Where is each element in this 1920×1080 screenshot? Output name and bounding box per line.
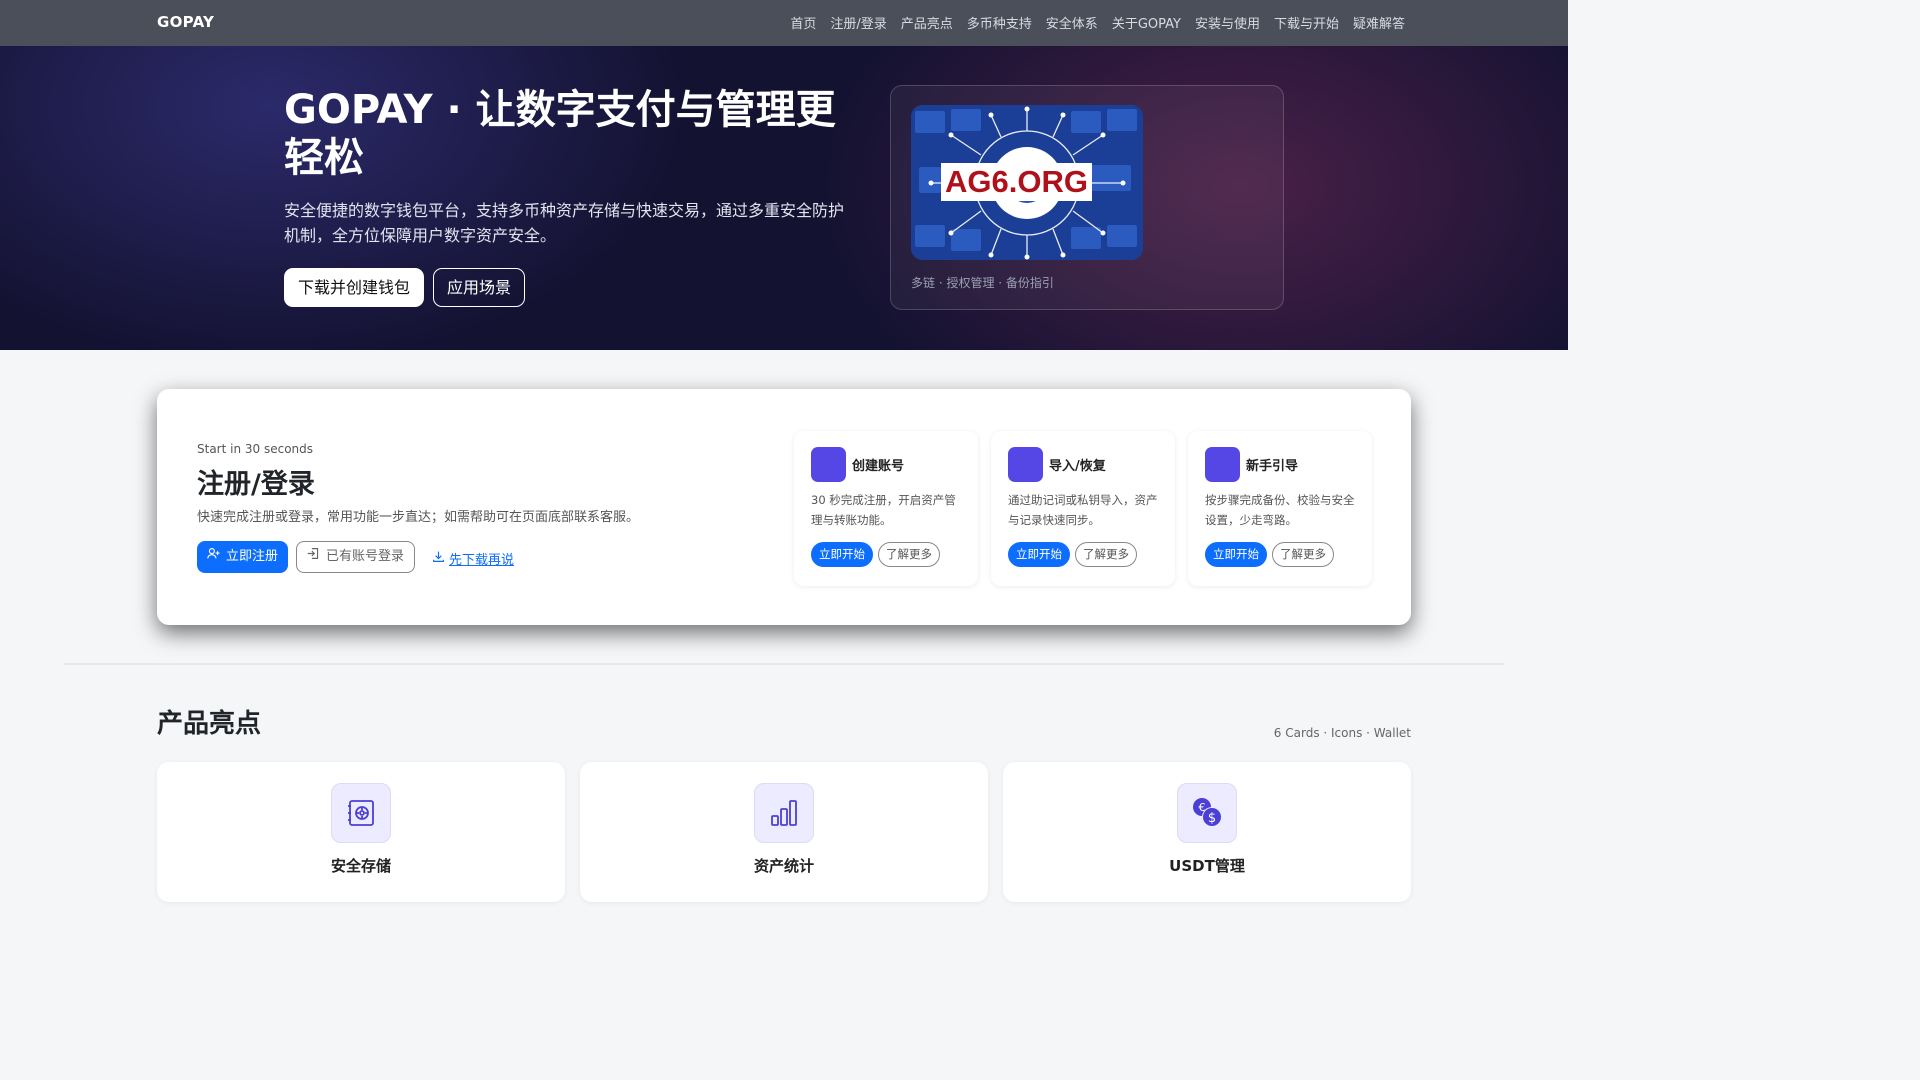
step-start-button[interactable]: 立即开始 xyxy=(1205,542,1267,567)
register-now-label: 立即注册 xyxy=(226,549,279,564)
download-first-label: 先下载再说 xyxy=(449,553,515,568)
feature-card-asset-stats[interactable]: 资产统计 xyxy=(580,762,988,902)
nav-link-security[interactable]: 安全体系 xyxy=(1046,13,1098,32)
features-title: 产品亮点 xyxy=(157,709,262,739)
step-card-create-account: 创建账号 30 秒完成注册，开启资产管理与转账功能。 立即开始 了解更多 xyxy=(794,431,978,586)
nav-link-multicurrency[interactable]: 多币种支持 xyxy=(967,13,1032,32)
existing-account-login-button[interactable]: 已有账号登录 xyxy=(296,541,416,573)
step-title: 新手引导 xyxy=(1246,459,1299,474)
hero-title: GOPAY · 让数字支付与管理更轻松 xyxy=(284,87,836,181)
bar-chart-icon xyxy=(754,783,814,843)
step-learn-more-button[interactable]: 了解更多 xyxy=(1075,542,1137,567)
section-divider xyxy=(64,663,1504,665)
register-login-card: Start in 30 seconds 注册/登录 快速完成注册或登录，常用功能… xyxy=(157,389,1411,625)
feature-card-usdt-management[interactable]: € $ USDT管理 xyxy=(1003,762,1411,902)
step-card-import-restore: 导入/恢复 通过助记词或私钥导入，资产与记录快速同步。 立即开始 了解更多 xyxy=(991,431,1175,586)
hero-image-card: AG6.ORG 多链 · 授权管理 · 备份指引 xyxy=(890,85,1284,310)
feature-name: 安全存储 xyxy=(330,857,391,875)
step-description: 按步骤完成备份、校验与安全设置，少走弯路。 xyxy=(1205,493,1355,527)
brand-logo[interactable]: GOPAY xyxy=(157,13,214,31)
import-restore-icon xyxy=(1008,447,1043,482)
step-card-beginner-guide: 新手引导 按步骤完成备份、校验与安全设置，少走弯路。 立即开始 了解更多 xyxy=(1188,431,1372,586)
hero-description: 安全便捷的数字钱包平台，支持多币种资产存储与快速交易，通过多重安全防护机制，全方… xyxy=(284,201,845,245)
step-title: 导入/恢复 xyxy=(1049,459,1106,474)
nav-link-about[interactable]: 关于GOPAY xyxy=(1112,13,1181,32)
download-icon xyxy=(432,550,445,567)
register-description: 快速完成注册或登录，常用功能一步直达；如需帮助可在页面底部联系客服。 xyxy=(197,510,640,525)
hero-image-caption: 多链 · 授权管理 · 备份指引 xyxy=(911,276,1054,290)
nav-link-faq[interactable]: 疑难解答 xyxy=(1353,13,1405,32)
register-title: 注册/登录 xyxy=(197,469,315,500)
nav-link-features[interactable]: 产品亮点 xyxy=(901,13,953,32)
step-start-button[interactable]: 立即开始 xyxy=(811,542,873,567)
create-account-icon xyxy=(811,447,846,482)
circuit-image: AG6.ORG xyxy=(911,105,1143,260)
login-label: 已有账号登录 xyxy=(326,549,405,564)
hero-section: GOPAY · 让数字支付与管理更轻松 安全便捷的数字钱包平台，支持多币种资产存… xyxy=(0,46,1568,350)
register-eyebrow: Start in 30 seconds xyxy=(197,442,314,456)
top-navbar: GOPAY 首页 注册/登录 产品亮点 多币种支持 安全体系 关于GOPAY 安… xyxy=(0,0,1568,46)
use-cases-button[interactable]: 应用场景 xyxy=(433,268,526,307)
feature-card-secure-storage[interactable]: 安全存储 xyxy=(157,762,565,902)
beginner-guide-icon xyxy=(1205,447,1240,482)
nav-link-home[interactable]: 首页 xyxy=(790,13,816,32)
download-first-link[interactable]: 先下载再说 xyxy=(432,549,514,568)
step-start-button[interactable]: 立即开始 xyxy=(1008,542,1070,567)
safe-icon xyxy=(331,783,391,843)
login-icon xyxy=(307,542,320,572)
step-description: 30 秒完成注册，开启资产管理与转账功能。 xyxy=(811,493,956,527)
nav-links: 首页 注册/登录 产品亮点 多币种支持 安全体系 关于GOPAY 安装与使用 下… xyxy=(790,13,1405,32)
step-learn-more-button[interactable]: 了解更多 xyxy=(1272,542,1334,567)
add-user-icon xyxy=(207,541,220,573)
step-learn-more-button[interactable]: 了解更多 xyxy=(878,542,940,567)
feature-name: 资产统计 xyxy=(753,857,814,875)
features-meta: 6 Cards · Icons · Wallet xyxy=(1273,726,1411,740)
nav-link-download[interactable]: 下载与开始 xyxy=(1274,13,1339,32)
ag6-label: AG6.ORG xyxy=(941,163,1092,201)
download-create-wallet-button[interactable]: 下载并创建钱包 xyxy=(284,268,425,307)
currency-exchange-icon: € $ xyxy=(1177,783,1237,843)
step-title: 创建账号 xyxy=(852,459,905,474)
feature-name: USDT管理 xyxy=(1169,857,1245,875)
nav-link-install[interactable]: 安装与使用 xyxy=(1195,13,1260,32)
step-description: 通过助记词或私钥导入，资产与记录快速同步。 xyxy=(1008,493,1158,527)
svg-text:$: $ xyxy=(1208,811,1216,826)
nav-link-register[interactable]: 注册/登录 xyxy=(830,13,886,32)
register-now-button[interactable]: 立即注册 xyxy=(197,541,289,573)
